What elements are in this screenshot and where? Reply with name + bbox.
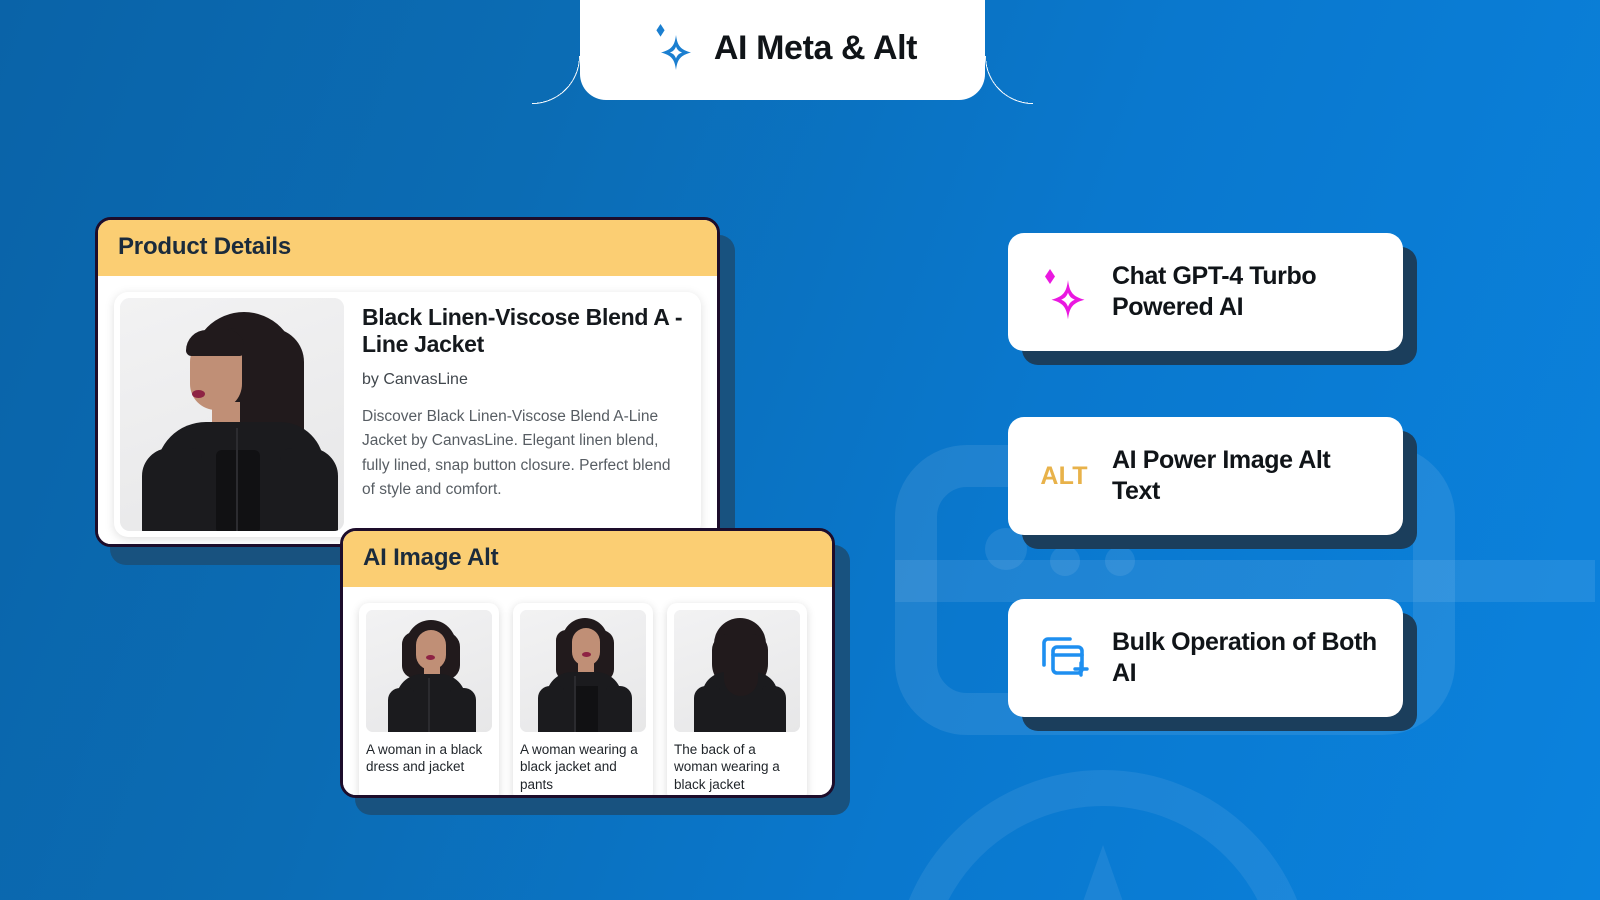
header-tab: AI Meta & Alt [580,0,985,100]
feature-card-bulk-operation[interactable]: Bulk Operation of Both AI [1008,599,1403,717]
alt-thumbnail-image [520,610,646,732]
feature-label: Bulk Operation of Both AI [1112,627,1377,688]
alt-thumbnail-image [366,610,492,732]
feature-label: AI Power Image Alt Text [1112,445,1331,506]
alt-panel-body: A woman in a black dress and jacket A wo… [343,587,832,795]
alt-thumbnail-card[interactable]: A woman in a black dress and jacket [359,603,499,795]
watermark-star-icon [973,845,1233,900]
product-image [120,298,344,531]
alt-thumbnail-row: A woman in a black dress and jacket A wo… [359,603,816,795]
alt-thumbnail-caption: A woman wearing a black jacket and pants [520,742,638,792]
bulk-copy-add-icon [1034,633,1094,683]
watermark-robot-mouth-bar [895,560,1595,602]
ai-image-alt-panel: AI Image Alt A woman in a black dress an… [340,528,835,798]
watermark-circle-ring [893,770,1313,900]
sparkle-icon [648,22,694,74]
feature-card-chat-gpt[interactable]: Chat GPT-4 Turbo Powered AI [1008,233,1403,351]
feature-card-alt-text[interactable]: ALT AI Power Image Alt Text [1008,417,1403,535]
feature-label: Chat GPT-4 Turbo Powered AI [1112,261,1317,322]
product-description: Discover Black Linen-Viscose Blend A-Lin… [362,407,671,499]
header-tab-flare-right [985,56,1033,104]
alt-thumbnail-image [674,610,800,732]
alt-thumbnail-caption: A woman in a black dress and jacket [366,742,483,775]
alt-badge-label: ALT [1040,461,1088,490]
watermark-robot-eye [1050,546,1080,576]
header-tab-flare-left [532,56,580,104]
product-title: Black Linen-Viscose Blend A - Line Jacke… [362,304,683,358]
alt-panel-title: AI Image Alt [343,531,832,587]
product-details-panel: Product Details Black Linen-Viscose Blen… [95,217,720,547]
alt-text-icon: ALT [1034,462,1094,491]
watermark-robot-eye [1105,546,1135,576]
product-info: Black Linen-Viscose Blend A - Line Jacke… [362,298,695,531]
alt-thumbnail-card[interactable]: A woman wearing a black jacket and pants [513,603,653,795]
product-card: Black Linen-Viscose Blend A - Line Jacke… [114,292,701,537]
product-brand: by CanvasLine [362,370,468,388]
page-root: AI Meta & Alt Product Details Black Line… [0,0,1600,900]
alt-thumbnail-caption: The back of a woman wearing a black jack… [674,742,780,792]
alt-thumbnail-card[interactable]: The back of a woman wearing a black jack… [667,603,807,795]
sparkle-icon [1034,263,1094,321]
page-title: AI Meta & Alt [713,28,918,67]
product-panel-title: Product Details [98,220,717,276]
product-panel-body: Black Linen-Viscose Blend A - Line Jacke… [98,276,717,544]
